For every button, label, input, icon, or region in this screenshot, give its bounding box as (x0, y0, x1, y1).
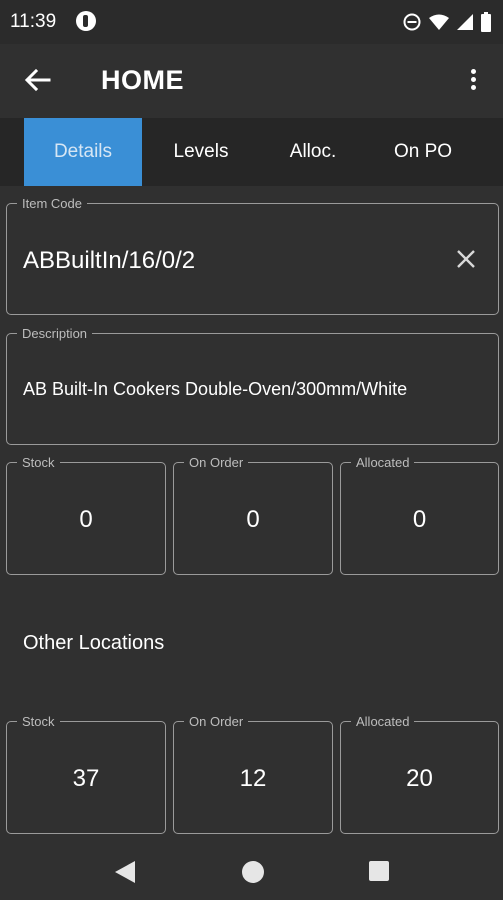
other-stock-value: 37 (72, 765, 100, 792)
allocated-value: 0 (412, 506, 427, 533)
close-icon (457, 250, 475, 268)
clear-button[interactable] (453, 246, 479, 272)
system-nav-bar (0, 845, 503, 900)
page-title: HOME (101, 65, 184, 95)
tab-levels[interactable]: Levels (142, 118, 260, 186)
overflow-dot (471, 77, 476, 82)
description-field[interactable]: Description AB Built-In Cookers Double-O… (6, 326, 499, 445)
other-stock-box: Stock 37 (6, 714, 166, 834)
other-on-order-box: On Order 12 (173, 714, 333, 834)
back-button[interactable] (22, 64, 54, 96)
on-order-box: On Order 0 (173, 455, 333, 575)
battery-icon (481, 12, 491, 32)
stock-box: Stock 0 (6, 455, 166, 575)
wifi-icon (429, 14, 449, 30)
overflow-menu-icon (471, 69, 476, 74)
tab-on-po[interactable]: On PO (364, 118, 482, 186)
nav-back-icon (115, 861, 135, 883)
item-code-label: Item Code (17, 196, 87, 211)
other-allocated-label: Allocated (351, 714, 415, 729)
allocated-label: Allocated (351, 455, 415, 470)
app-notification-icon (76, 11, 96, 31)
stock-value: 0 (79, 506, 93, 533)
other-on-order-label: On Order (184, 714, 249, 729)
allocated-box: Allocated 0 (340, 455, 499, 575)
status-time: 11:39 (10, 11, 57, 32)
other-stock-label: Stock (17, 714, 60, 729)
overflow-dot (471, 85, 476, 90)
nav-recents-icon (369, 861, 389, 881)
other-locations-heading: Other Locations (23, 632, 165, 654)
stock-label: Stock (17, 455, 60, 470)
nav-back-button[interactable] (114, 860, 136, 889)
nav-recents-button[interactable] (368, 860, 390, 887)
description-label: Description (17, 326, 93, 341)
description-value: AB Built-In Cookers Double-Oven/300mm/Wh… (23, 379, 408, 399)
item-code-value: ABBuiltIn/16/0/2 (23, 247, 196, 274)
status-icons (403, 12, 491, 32)
other-allocated-box: Allocated 20 (340, 714, 499, 834)
tab-details[interactable]: Details (24, 118, 142, 186)
dnd-icon (403, 13, 421, 31)
back-arrow-icon (24, 68, 51, 92)
other-on-order-value: 12 (239, 765, 267, 792)
on-order-value: 0 (246, 506, 260, 533)
item-code-field[interactable]: Item Code ABBuiltIn/16/0/2 (6, 196, 499, 315)
status-bar: 11:39 (0, 0, 503, 44)
nav-home-icon (242, 861, 264, 883)
tab-alloc[interactable]: Alloc. (254, 118, 372, 186)
signal-icon (457, 14, 473, 30)
on-order-label: On Order (184, 455, 249, 470)
app-bar: HOME (0, 44, 503, 118)
other-allocated-value: 20 (406, 765, 433, 792)
nav-home-button[interactable] (241, 860, 265, 889)
tab-bar: Details Levels Alloc. On PO (0, 118, 503, 186)
overflow-menu-button[interactable] (462, 64, 486, 96)
